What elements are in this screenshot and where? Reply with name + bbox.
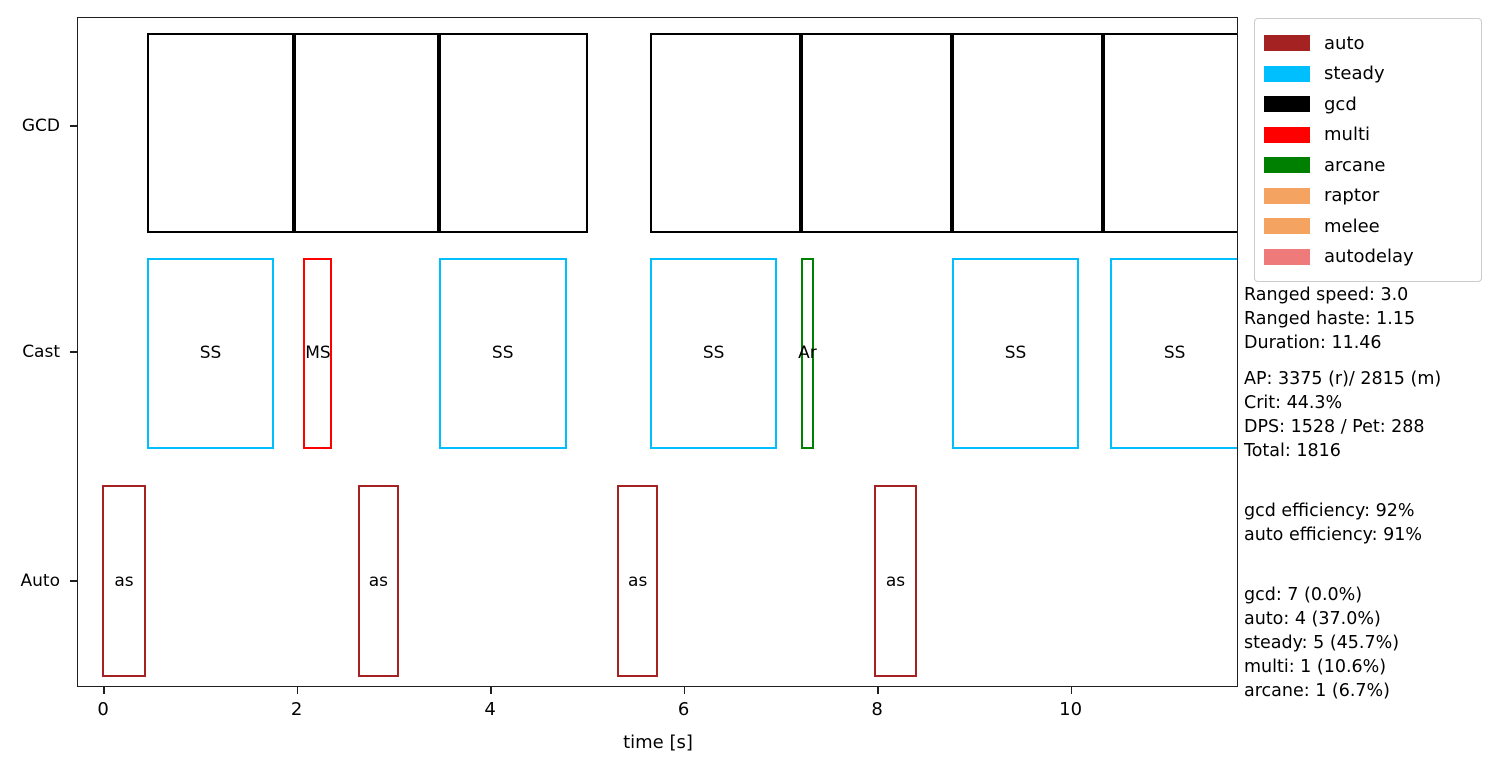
legend-color-swatch bbox=[1264, 96, 1310, 113]
x-tick-label: 4 bbox=[484, 699, 496, 720]
legend-label: autodelay bbox=[1324, 246, 1414, 268]
legend-color-swatch bbox=[1264, 65, 1310, 82]
legend-item-raptor[interactable]: raptor bbox=[1264, 181, 1471, 212]
x-tick-label: 8 bbox=[871, 699, 883, 720]
legend-color-swatch bbox=[1264, 248, 1310, 265]
timeline-bar: as bbox=[616, 485, 659, 677]
timeline-bar: SS bbox=[146, 258, 275, 449]
stat-line: Crit: 44.3% bbox=[1244, 393, 1343, 413]
timeline-bar bbox=[649, 33, 801, 233]
x-axis-title: time [s] bbox=[623, 732, 693, 753]
stat-line: gcd: 7 (0.0%) bbox=[1244, 585, 1363, 605]
timeline-bar bbox=[146, 33, 294, 233]
y-tick-label-gcd: GCD bbox=[21, 116, 60, 136]
bar-label: SS bbox=[702, 343, 725, 363]
bar-label: MS bbox=[305, 343, 331, 363]
y-tick-label-cast: Cast bbox=[22, 342, 60, 362]
x-tick-mark bbox=[1070, 687, 1073, 694]
timeline-bar bbox=[293, 33, 439, 233]
legend-item-gcd[interactable]: gcd bbox=[1264, 89, 1471, 120]
y-tick-mark bbox=[70, 580, 77, 582]
legend-color-swatch bbox=[1264, 187, 1310, 204]
y-tick-mark bbox=[70, 125, 77, 127]
x-tick-mark bbox=[103, 687, 105, 694]
legend-label: multi bbox=[1324, 124, 1371, 146]
legend-label: arcane bbox=[1324, 154, 1386, 176]
legend: auto steady gcd multi arcane raptor melee autod… bbox=[1254, 18, 1482, 282]
legend-label: raptor bbox=[1324, 185, 1380, 207]
bar-label: as bbox=[628, 570, 648, 591]
timeline-bar bbox=[800, 33, 952, 233]
x-tick-mark bbox=[296, 687, 299, 694]
bar-label: SS bbox=[1163, 343, 1186, 363]
stat-line: auto: 4 (37.0%) bbox=[1244, 609, 1381, 629]
x-tick-label: 2 bbox=[290, 699, 303, 720]
plot-area: SS MS SS SS Ar SS SS as as as as bbox=[77, 17, 1238, 687]
y-tick-label-auto: Auto bbox=[20, 571, 60, 591]
stat-line: auto efficiency: 91% bbox=[1244, 525, 1423, 545]
stat-spacer bbox=[1244, 547, 1495, 583]
stat-line: steady: 5 (45.7%) bbox=[1244, 633, 1400, 653]
legend-color-swatch bbox=[1264, 126, 1310, 143]
stat-line: arcane: 1 (6.7%) bbox=[1244, 681, 1391, 701]
timeline-bar: SS bbox=[1110, 258, 1237, 449]
timeline-bar: Ar bbox=[798, 258, 817, 449]
x-tick-label: 6 bbox=[677, 699, 690, 720]
stat-line: multi: 1 (10.6%) bbox=[1244, 657, 1387, 677]
timeline-chart-figure: GCD Cast Auto SS MS SS SS Ar SS SS as as as as 0 2 4… bbox=[0, 0, 1495, 772]
timeline-bar: as bbox=[357, 485, 400, 677]
bar-label: SS bbox=[199, 343, 222, 363]
legend-color-swatch bbox=[1264, 35, 1310, 52]
timeline-bar bbox=[951, 33, 1103, 233]
stat-line: Duration: 11.46 bbox=[1244, 333, 1382, 353]
legend-label: melee bbox=[1324, 215, 1380, 237]
bar-label: as bbox=[114, 570, 134, 591]
statistics-panel: Ranged speed: 3.0 Ranged haste: 1.15 Durat… bbox=[1244, 283, 1495, 703]
bar-label: SS bbox=[491, 343, 514, 363]
legend-label: gcd bbox=[1324, 93, 1357, 115]
stat-spacer bbox=[1244, 355, 1495, 367]
stat-line: Ranged speed: 3.0 bbox=[1244, 285, 1409, 305]
y-tick-mark bbox=[70, 351, 77, 353]
x-tick-mark bbox=[877, 687, 879, 694]
legend-label: steady bbox=[1324, 63, 1385, 85]
timeline-bar: as bbox=[102, 485, 146, 677]
stat-line: gcd efficiency: 92% bbox=[1244, 501, 1415, 521]
bar-label: SS bbox=[1004, 343, 1027, 363]
stat-spacer bbox=[1244, 463, 1495, 499]
legend-label: auto bbox=[1324, 32, 1365, 54]
legend-item-arcane[interactable]: arcane bbox=[1264, 150, 1471, 181]
timeline-bar bbox=[438, 33, 588, 233]
x-tick-label: 0 bbox=[97, 699, 109, 720]
timeline-bar: as bbox=[874, 485, 917, 677]
bar-label: as bbox=[885, 570, 906, 591]
stat-line: DPS: 1528 / Pet: 288 bbox=[1244, 417, 1425, 437]
timeline-bar: SS bbox=[649, 258, 778, 449]
x-tick-label: 10 bbox=[1059, 699, 1083, 720]
legend-item-steady[interactable]: steady bbox=[1264, 59, 1471, 90]
bar-label: Ar bbox=[798, 343, 817, 363]
legend-color-swatch bbox=[1264, 157, 1310, 174]
legend-item-melee[interactable]: melee bbox=[1264, 211, 1471, 242]
stat-line: AP: 3375 (r)/ 2815 (m) bbox=[1244, 369, 1442, 389]
x-tick-mark bbox=[490, 687, 492, 694]
x-tick-mark bbox=[683, 687, 686, 694]
legend-color-swatch bbox=[1264, 218, 1310, 235]
timeline-bar: MS bbox=[303, 258, 333, 449]
legend-item-auto[interactable]: auto bbox=[1264, 28, 1471, 59]
legend-item-multi[interactable]: multi bbox=[1264, 120, 1471, 151]
timeline-bar: SS bbox=[951, 258, 1080, 449]
bar-label: as bbox=[368, 570, 389, 591]
stat-line: Ranged haste: 1.15 bbox=[1244, 309, 1416, 329]
timeline-bar: SS bbox=[438, 258, 567, 449]
timeline-bar bbox=[1102, 33, 1237, 233]
legend-item-autodelay[interactable]: autodelay bbox=[1264, 242, 1471, 273]
stat-line: Total: 1816 bbox=[1244, 441, 1341, 461]
